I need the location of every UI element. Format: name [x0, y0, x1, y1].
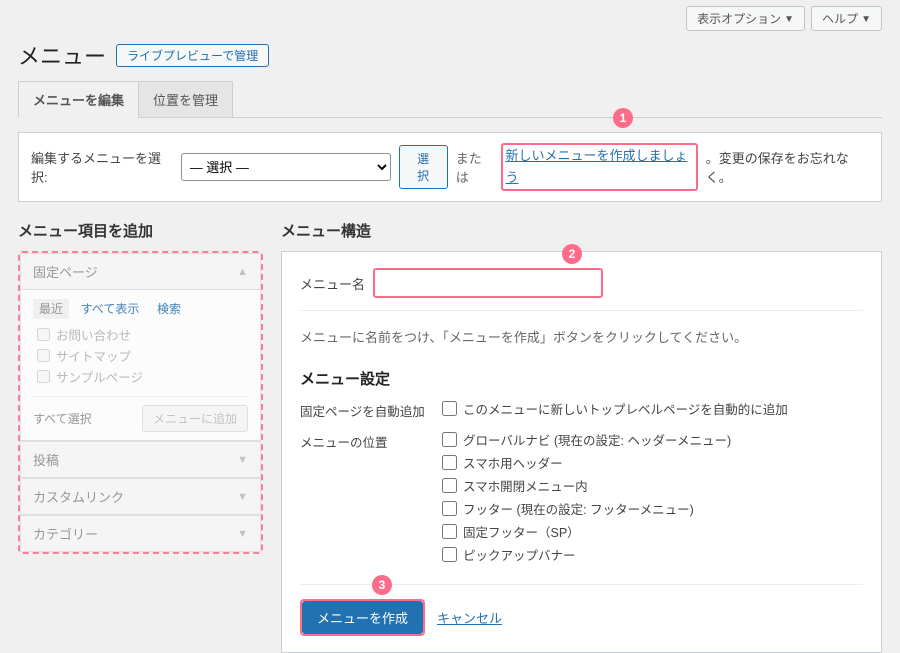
- chevron-down-icon: ▼: [237, 528, 248, 540]
- loc-4: 固定フッター（SP）: [463, 522, 580, 541]
- settings-heading: メニュー設定: [300, 368, 863, 389]
- chevron-down-icon: ▼: [861, 14, 871, 25]
- select-button[interactable]: 選択: [399, 145, 448, 189]
- chevron-down-icon: ▼: [237, 491, 248, 503]
- help-button[interactable]: ヘルプ▼: [811, 6, 882, 31]
- chevron-down-icon: ▼: [237, 454, 248, 466]
- accordion-posts-label: 投稿: [33, 450, 59, 469]
- instruction-text: メニューに名前をつけ、「メニューを作成」ボタンをクリックしてください。: [300, 327, 863, 346]
- structure-heading: メニュー構造: [281, 220, 882, 241]
- loc-check-3[interactable]: [442, 501, 457, 516]
- location-label: メニューの位置: [300, 430, 442, 451]
- page-check-2: [37, 370, 50, 383]
- page-item-0: お問い合わせ: [56, 325, 131, 344]
- loc-1: スマホ用ヘッダー: [463, 453, 563, 472]
- subtab-recent[interactable]: 最近: [33, 299, 69, 319]
- auto-add-label: 固定ページを自動追加: [300, 399, 442, 420]
- tab-manage-locations[interactable]: 位置を管理: [138, 81, 233, 118]
- accordion-pages-label: 固定ページ: [33, 262, 98, 281]
- loc-check-0[interactable]: [442, 432, 457, 447]
- accordion-pages[interactable]: 固定ページ ▲: [20, 253, 261, 290]
- chevron-down-icon: ▼: [784, 14, 794, 25]
- loc-check-2[interactable]: [442, 478, 457, 493]
- add-to-menu-button: メニューに追加: [142, 405, 248, 432]
- auto-add-text: このメニューに新しいトップレベルページを自動的に追加: [463, 399, 788, 418]
- accordion-categories-label: カテゴリー: [33, 524, 98, 543]
- accordion-categories[interactable]: カテゴリー ▼: [20, 515, 261, 552]
- accordion-posts[interactable]: 投稿 ▼: [20, 441, 261, 478]
- screen-options-button[interactable]: 表示オプション▼: [686, 6, 805, 31]
- loc-check-5[interactable]: [442, 547, 457, 562]
- subtab-search[interactable]: 検索: [151, 299, 187, 319]
- annotation-2: 2: [562, 244, 582, 264]
- add-items-heading: メニュー項目を追加: [18, 220, 263, 241]
- accordion-custom-links[interactable]: カスタムリンク ▼: [20, 478, 261, 515]
- or-text: または: [456, 148, 494, 186]
- page-check-0: [37, 328, 50, 341]
- select-menu-label: 編集するメニューを選択:: [31, 148, 173, 186]
- accordion-custom-label: カスタムリンク: [33, 487, 124, 506]
- page-item-1: サイトマップ: [56, 346, 131, 365]
- live-preview-button[interactable]: ライブプレビューで管理: [116, 44, 269, 67]
- loc-check-1[interactable]: [442, 455, 457, 470]
- page-title: メニュー: [18, 39, 106, 71]
- tab-edit-menus[interactable]: メニューを編集: [18, 81, 139, 118]
- help-label: ヘルプ: [822, 12, 858, 26]
- loc-5: ピックアップバナー: [463, 545, 576, 564]
- page-check-1: [37, 349, 50, 362]
- screen-options-label: 表示オプション: [697, 12, 781, 26]
- menu-name-input[interactable]: [373, 268, 603, 298]
- menu-select[interactable]: — 選択 —: [181, 153, 391, 181]
- loc-0: グローバルナビ (現在の設定: ヘッダーメニュー): [463, 430, 731, 449]
- page-item-2: サンプルページ: [56, 367, 143, 386]
- chevron-up-icon: ▲: [237, 266, 248, 278]
- menu-name-label: メニュー名: [300, 274, 365, 293]
- loc-check-4[interactable]: [442, 524, 457, 539]
- select-all: すべて選択: [33, 410, 92, 427]
- highlight-new-menu: 新しいメニューを作成しましょう: [501, 143, 697, 191]
- cancel-link[interactable]: キャンセル: [437, 608, 502, 627]
- annotation-3: 3: [372, 575, 392, 595]
- create-new-menu-link[interactable]: 新しいメニューを作成しましょう: [505, 148, 687, 185]
- add-items-box: 固定ページ ▲ 最近 すべて表示 検索 お問い合わせ サイトマップ サンプルペー…: [18, 251, 263, 554]
- annotation-1: 1: [613, 108, 633, 128]
- after-text: 。変更の保存をお忘れなく。: [706, 148, 869, 186]
- loc-2: スマホ開閉メニュー内: [463, 476, 588, 495]
- create-menu-button[interactable]: メニューを作成: [302, 601, 423, 634]
- loc-3: フッター (現在の設定: フッターメニュー): [463, 499, 694, 518]
- subtab-all[interactable]: すべて表示: [75, 299, 146, 319]
- auto-add-checkbox[interactable]: [442, 401, 457, 416]
